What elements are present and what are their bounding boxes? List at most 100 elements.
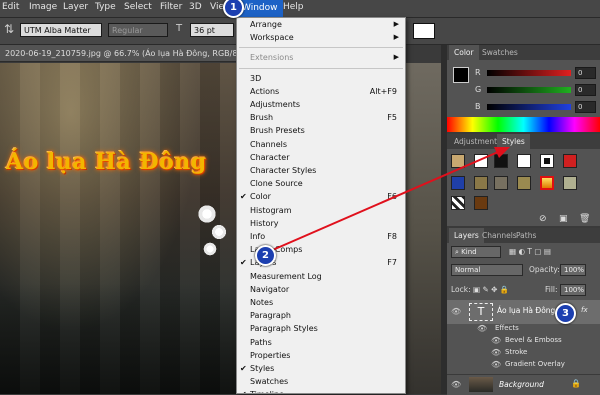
- effect-bevel-emboss[interactable]: Bevel & Emboss: [505, 336, 562, 344]
- effect-eye-icon[interactable]: 👁: [491, 336, 501, 345]
- font-style-field[interactable]: Regular: [108, 23, 168, 37]
- style-swatch[interactable]: [451, 196, 465, 210]
- window-menu-item-histogram[interactable]: Histogram: [237, 204, 405, 217]
- menu-image[interactable]: Image: [29, 2, 57, 12]
- menu-type[interactable]: Type: [95, 2, 116, 12]
- visibility-eye-icon[interactable]: 👁: [451, 307, 461, 316]
- opacity-field[interactable]: 100%: [560, 264, 586, 276]
- menu-3d[interactable]: 3D: [189, 2, 202, 12]
- document-tab[interactable]: 2020-06-19_210759.jpg @ 66.7% (Áo lụa Hà…: [0, 45, 236, 62]
- font-family-field[interactable]: UTM Alba Matter: [20, 23, 102, 37]
- style-swatch[interactable]: [563, 154, 577, 168]
- window-menu-item-swatches[interactable]: Swatches: [237, 375, 405, 388]
- style-swatch[interactable]: [451, 154, 465, 168]
- window-menu-item-navigator[interactable]: Navigator: [237, 283, 405, 296]
- window-menu-item-character[interactable]: Character: [237, 151, 405, 164]
- window-menu-item-measurement-log[interactable]: Measurement Log: [237, 270, 405, 283]
- blend-mode-dropdown[interactable]: Normal: [451, 264, 523, 276]
- tab-paths[interactable]: Paths: [511, 228, 541, 243]
- checkmark-icon: ✔: [240, 388, 247, 393]
- tab-styles[interactable]: Styles: [497, 134, 530, 149]
- window-menu-item-brush-presets[interactable]: Brush Presets: [237, 124, 405, 137]
- no-style-icon[interactable]: ⊘: [539, 214, 547, 224]
- window-menu-item-paragraph[interactable]: Paragraph: [237, 309, 405, 322]
- canvas[interactable]: Áo lụa Hà Đông: [0, 63, 236, 394]
- layer-filter-dropdown[interactable]: ⌕ Kind: [451, 246, 501, 258]
- window-menu-item-timeline[interactable]: ✔Timeline: [237, 388, 405, 393]
- style-swatch[interactable]: [494, 176, 508, 190]
- trash-icon[interactable]: 🗑: [579, 214, 590, 224]
- window-menu-item-info[interactable]: Info F8: [237, 230, 405, 243]
- style-swatch[interactable]: [494, 154, 508, 168]
- menu-help[interactable]: Help: [283, 2, 304, 12]
- style-swatch[interactable]: [517, 176, 531, 190]
- background-layer-row[interactable]: 👁 Background 🔒: [447, 374, 600, 395]
- style-swatch-gold-selected[interactable]: [540, 176, 554, 190]
- new-style-icon[interactable]: ▣: [559, 214, 568, 224]
- window-menu-item-arrange[interactable]: Arrange ▶: [237, 18, 405, 31]
- blue-slider[interactable]: [487, 104, 571, 110]
- blue-value-field[interactable]: 0: [575, 101, 596, 113]
- menu-item-label: Extensions: [250, 53, 294, 63]
- style-swatch[interactable]: [517, 154, 531, 168]
- window-menu-item-paragraph-styles[interactable]: Paragraph Styles: [237, 322, 405, 335]
- lock-icons[interactable]: ▣ ✎ ✥ 🔒: [473, 285, 509, 294]
- window-menu-item-paths[interactable]: Paths: [237, 336, 405, 349]
- menu-edit[interactable]: Edit: [2, 2, 19, 12]
- style-swatch[interactable]: [540, 154, 554, 168]
- effects-eye-icon[interactable]: 👁: [477, 324, 487, 333]
- font-size-field[interactable]: 36 pt: [190, 23, 234, 37]
- window-menu-item-actions[interactable]: Actions Alt+F9: [237, 85, 405, 98]
- canvas-text-layer[interactable]: Áo lụa Hà Đông: [6, 149, 207, 175]
- window-menu-item-clone-source[interactable]: Clone Source: [237, 177, 405, 190]
- text-orientation-icon[interactable]: ⇅: [4, 22, 14, 36]
- window-menu-item-brush[interactable]: Brush F5: [237, 111, 405, 124]
- window-menu-item-channels[interactable]: Channels: [237, 138, 405, 151]
- window-menu-item-notes[interactable]: Notes: [237, 296, 405, 309]
- window-menu-item-adjustments[interactable]: Adjustments: [237, 98, 405, 111]
- effect-stroke[interactable]: Stroke: [505, 348, 527, 356]
- effect-gradient-overlay[interactable]: Gradient Overlay: [505, 360, 565, 368]
- window-menu-item-styles[interactable]: ✔ Styles: [237, 362, 405, 375]
- window-menu-item-3d[interactable]: 3D: [237, 72, 405, 85]
- effect-eye-icon[interactable]: 👁: [491, 348, 501, 357]
- style-swatch-default[interactable]: [474, 154, 488, 168]
- style-swatch[interactable]: [563, 176, 577, 190]
- menu-layer[interactable]: Layer: [63, 2, 88, 12]
- menu-item-shortcut: F5: [387, 113, 397, 123]
- color-panel: Color Swatches R 0 G 0 B 0: [447, 45, 600, 117]
- filter-icons[interactable]: ▦ ◐ T ▢ ▤: [509, 247, 551, 256]
- style-swatch[interactable]: [474, 196, 488, 210]
- red-value-field[interactable]: 0: [575, 67, 596, 79]
- text-layer-row[interactable]: 👁 T Áo lụa Hà Đông fx: [447, 300, 600, 324]
- foreground-color-swatch[interactable]: [453, 67, 469, 83]
- fx-icon[interactable]: fx: [581, 306, 588, 314]
- green-value-field[interactable]: 0: [575, 84, 596, 96]
- green-label: G: [475, 85, 482, 94]
- window-menu-item-color[interactable]: ✔ Color F6: [237, 190, 405, 203]
- menu-item-label: Paragraph Styles: [250, 324, 318, 334]
- text-color-swatch[interactable]: [413, 23, 435, 39]
- text-layer-thumbnail-icon: T: [469, 303, 493, 321]
- menu-filter[interactable]: Filter: [160, 2, 182, 12]
- style-swatch[interactable]: [451, 176, 465, 190]
- window-menu-item-properties[interactable]: Properties: [237, 349, 405, 362]
- tab-swatches[interactable]: Swatches: [477, 45, 523, 60]
- window-menu-item-workspace[interactable]: Workspace ▶: [237, 31, 405, 44]
- red-slider[interactable]: [487, 70, 571, 76]
- window-menu-item-character-styles[interactable]: Character Styles: [237, 164, 405, 177]
- fill-field[interactable]: 100%: [560, 284, 586, 296]
- checkmark-icon: ✔: [240, 258, 247, 268]
- effect-eye-icon[interactable]: 👁: [491, 360, 501, 369]
- tab-color[interactable]: Color: [449, 45, 479, 60]
- visibility-eye-icon[interactable]: 👁: [451, 380, 461, 389]
- color-spectrum-bar[interactable]: [447, 117, 600, 132]
- green-slider[interactable]: [487, 87, 571, 93]
- background-layer-name[interactable]: Background: [499, 380, 544, 389]
- canvas-right-part[interactable]: [406, 63, 441, 394]
- opacity-label: Opacity:: [529, 265, 560, 274]
- style-swatch[interactable]: [474, 176, 488, 190]
- window-menu-item-history[interactable]: History: [237, 217, 405, 230]
- text-layer-name[interactable]: Áo lụa Hà Đông: [497, 306, 555, 315]
- menu-select[interactable]: Select: [124, 2, 152, 12]
